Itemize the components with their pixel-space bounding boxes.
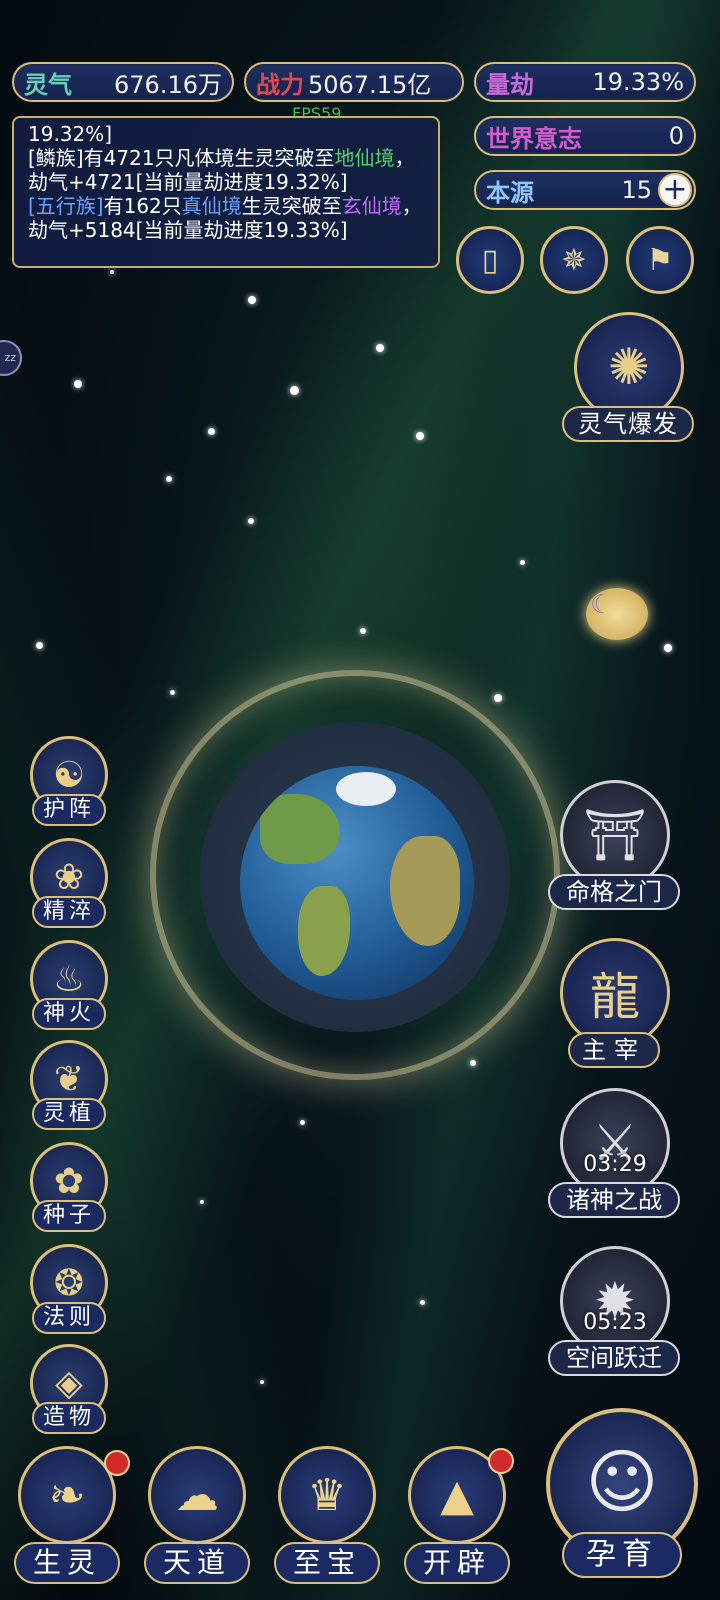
master-button[interactable]: 龍 主宰 [548,938,682,1068]
divine-fire-button[interactable]: ♨ 神火 [26,940,114,1036]
law-label: 法则 [32,1302,106,1334]
lingqi-stat: 灵气 676.16万 [12,62,234,102]
treasure-button[interactable]: ♛ 至宝 [268,1446,386,1596]
log-highlight: [五行族] [28,194,104,218]
phoenix-icon: ❧ [18,1446,116,1544]
world-will-label: 世界意志 [486,124,582,153]
benyuan-value: 15 [621,176,652,204]
world-will-value: 0 [668,122,684,150]
lingqi-value: 676.16万 [114,70,222,99]
side-bubble[interactable]: zz [0,340,22,376]
zhanli-stat: 战力 5067.15亿 [244,62,464,102]
treasure-icon: ♛ [278,1446,376,1544]
refine-button[interactable]: ❀ 精淬 [26,838,114,934]
log-highlight: 真仙境 [181,194,242,218]
moon-icon: ☾ [590,590,614,620]
log-highlight: 玄仙 [341,194,382,218]
log-text: 生灵突破至 [241,194,342,218]
gods-war-label: 诸神之战 [548,1182,680,1218]
notification-dot [488,1448,514,1474]
seed-label: 种子 [32,1200,106,1232]
space-jump-button[interactable]: ✹ 05:23 空间跃迁 [548,1246,682,1376]
log-entry-1: [鳞族]有4721只凡体境生灵突破至地仙境，劫气+4721[当前量劫进度19.3… [28,146,424,194]
log-entry-2: [五行族]有162只真仙境生灵突破至玄仙境，劫气+5184[当前量劫进度19.3… [28,194,424,242]
log-text: 有162只 [103,194,182,218]
formation-label: 护阵 [32,794,106,826]
master-label: 主宰 [568,1032,660,1068]
law-button[interactable]: ❂ 法则 [26,1244,114,1340]
log-highlight: 境 [374,146,395,170]
log-line: 19.32%] [28,122,113,146]
cloud-swirl-icon: ☁ [148,1446,246,1544]
creatures-label: 生灵 [14,1542,120,1584]
zhanli-value: 5067.15亿 [308,70,432,99]
refine-label: 精淬 [32,896,106,928]
treasure-label: 至宝 [274,1542,380,1584]
nurture-button[interactable]: ☺ 孕育 [540,1408,704,1588]
benyuan-stat: 本源 15 + [474,170,696,210]
creation-button[interactable]: ◈ 造物 [26,1344,114,1440]
liangjie-stat[interactable]: 量劫 19.33% [474,62,696,102]
formation-button[interactable]: ☯ 护阵 [26,736,114,832]
notification-dot [104,1450,130,1476]
heaven-way-button[interactable]: ☁ 天道 [138,1446,256,1596]
space-jump-label: 空间跃迁 [548,1340,680,1376]
card-button[interactable]: ▯ [456,226,524,294]
log-text: [鳞族]有4721只凡体境生灵突破至 [28,146,335,170]
settings-button[interactable]: ✵ [540,226,608,294]
cloud-moon-item[interactable]: ☾ [586,588,648,640]
world-will-stat[interactable]: 世界意志 0 [474,116,696,156]
spirit-plant-button[interactable]: ❦ 灵植 [26,1040,114,1136]
open-up-label: 开辟 [404,1542,510,1584]
card-icon: ▯ [481,242,499,278]
spirit-plant-label: 灵植 [32,1098,106,1130]
gods-war-button[interactable]: ⚔ 03:29 诸神之战 [548,1088,682,1218]
spirit-burst-button[interactable]: ✺ 灵气爆发 [562,312,696,442]
fate-gate-label: 命格之门 [548,874,680,910]
log-highlight: 地仙 [334,146,375,170]
gods-war-timer: 03:29 [583,1152,647,1177]
divine-fire-label: 神火 [32,998,106,1030]
liangjie-value: 19.33% [592,68,684,96]
fate-gate-button[interactable]: ⛩ 命格之门 [548,780,682,910]
plus-icon: + [662,172,688,207]
creation-label: 造物 [32,1402,106,1434]
heaven-way-label: 天道 [144,1542,250,1584]
space-jump-timer: 05:23 [583,1310,647,1335]
nurture-label: 孕育 [562,1532,682,1578]
planet-earth [240,766,474,1000]
seed-button[interactable]: ✿ 种子 [26,1142,114,1238]
add-benyuan-button[interactable]: + [658,173,692,207]
open-up-button[interactable]: ▲ 开辟 [398,1446,516,1596]
log-highlight: 境 [381,194,402,218]
liangjie-label: 量劫 [486,70,534,99]
event-log: 19.32%] [鳞族]有4721只凡体境生灵突破至地仙境，劫气+4721[当前… [12,116,440,268]
spirit-burst-label: 灵气爆发 [562,406,694,442]
creatures-button[interactable]: ❧ 生灵 [8,1446,130,1596]
zhanli-label: 战力 [256,70,304,99]
lingqi-label: 灵气 [24,70,72,99]
swirl-icon: ✵ [561,242,587,278]
benyuan-label: 本源 [486,178,534,207]
flag-button[interactable]: ⚑ [626,226,694,294]
world-orb[interactable] [150,670,560,1080]
flag-icon: ⚑ [646,242,674,278]
